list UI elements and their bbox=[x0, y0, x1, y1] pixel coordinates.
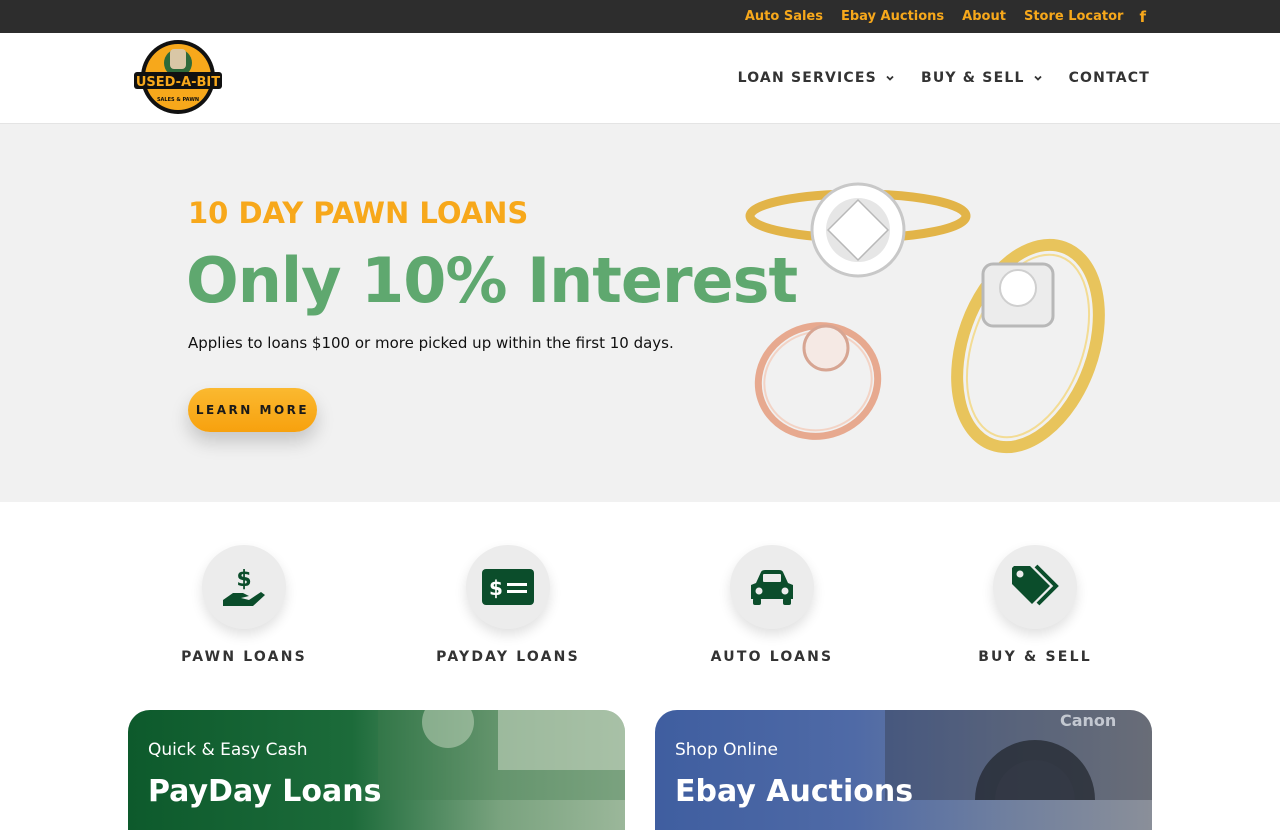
nav-contact-label: CONTACT bbox=[1068, 70, 1150, 86]
chevron-down-icon bbox=[1033, 75, 1042, 81]
service-label: BUY & SELL bbox=[978, 649, 1092, 665]
card-title: PayDay Loans bbox=[148, 774, 382, 809]
svg-text:$: $ bbox=[489, 576, 503, 600]
top-link-store-locator[interactable]: Store Locator bbox=[1024, 9, 1124, 24]
main-nav: LOAN SERVICES BUY & SELL CONTACT bbox=[738, 33, 1150, 123]
chevron-down-icon bbox=[886, 75, 894, 81]
card-title: Ebay Auctions bbox=[675, 774, 914, 809]
nav-loan-services-label: LOAN SERVICES bbox=[737, 70, 877, 86]
nav-buy-sell-label: BUY & SELL bbox=[920, 70, 1025, 86]
service-payday-loans[interactable]: $ PAYDAY LOANS bbox=[408, 545, 608, 665]
hero-kicker: 10 DAY PAWN LOANS bbox=[188, 196, 529, 230]
card-kicker: Shop Online bbox=[675, 740, 778, 760]
service-label: PAYDAY LOANS bbox=[436, 649, 580, 665]
facebook-icon[interactable]: f bbox=[1139, 8, 1146, 26]
top-link-about[interactable]: About bbox=[962, 9, 1006, 24]
rings-image bbox=[745, 182, 1105, 454]
card-kicker: Quick & Easy Cash bbox=[148, 740, 308, 760]
camera-image: Canon bbox=[885, 710, 1152, 800]
hero-subtitle: Applies to loans $100 or more picked up … bbox=[188, 334, 674, 352]
car-icon bbox=[751, 570, 793, 605]
top-bar: Auto Sales Ebay Auctions About Store Loc… bbox=[0, 0, 1280, 33]
card-ebay-auctions[interactable]: Canon Shop Online Ebay Auctions bbox=[655, 710, 1152, 830]
money-bills-image bbox=[378, 710, 625, 800]
service-auto-loans[interactable]: AUTO LOANS bbox=[672, 545, 872, 665]
service-circle bbox=[730, 545, 814, 629]
top-link-auto-sales[interactable]: Auto Sales bbox=[745, 9, 823, 24]
top-links: Auto Sales Ebay Auctions About Store Loc… bbox=[745, 0, 1146, 33]
service-buy-sell[interactable]: BUY & SELL bbox=[935, 545, 1135, 665]
card-payday-loans[interactable]: Quick & Easy Cash PayDay Loans bbox=[128, 710, 625, 830]
hero-section: 10 DAY PAWN LOANS Only 10% Interest Appl… bbox=[0, 124, 1280, 502]
service-label: AUTO LOANS bbox=[710, 649, 834, 665]
nav-buy-sell[interactable]: BUY & SELL bbox=[921, 70, 1043, 86]
service-circle bbox=[993, 545, 1077, 629]
site-header: USED-A-BIT SALES & PAWN LOAN SERVICES BU… bbox=[0, 33, 1280, 124]
nav-loan-services[interactable]: LOAN SERVICES bbox=[738, 70, 895, 86]
hero-title: Only 10% Interest bbox=[186, 244, 798, 317]
nav-contact[interactable]: CONTACT bbox=[1069, 70, 1150, 86]
hand-dollar-icon: $ bbox=[223, 567, 265, 606]
tags-icon bbox=[1012, 564, 1059, 606]
service-label: PAWN LOANS bbox=[181, 649, 307, 665]
service-circle: $ bbox=[466, 545, 550, 629]
top-link-ebay-auctions[interactable]: Ebay Auctions bbox=[841, 9, 944, 24]
logo-text: USED-A-BIT bbox=[136, 75, 220, 90]
check-money-icon: $ bbox=[482, 569, 534, 605]
logo-subtext: SALES & PAWN bbox=[157, 97, 199, 103]
svg-text:$: $ bbox=[236, 567, 251, 592]
service-pawn-loans[interactable]: $ PAWN LOANS bbox=[144, 545, 344, 665]
svg-text:Canon: Canon bbox=[1060, 711, 1116, 730]
service-circle: $ bbox=[202, 545, 286, 629]
logo[interactable]: USED-A-BIT SALES & PAWN bbox=[134, 39, 222, 115]
learn-more-button[interactable]: LEARN MORE bbox=[188, 388, 317, 432]
